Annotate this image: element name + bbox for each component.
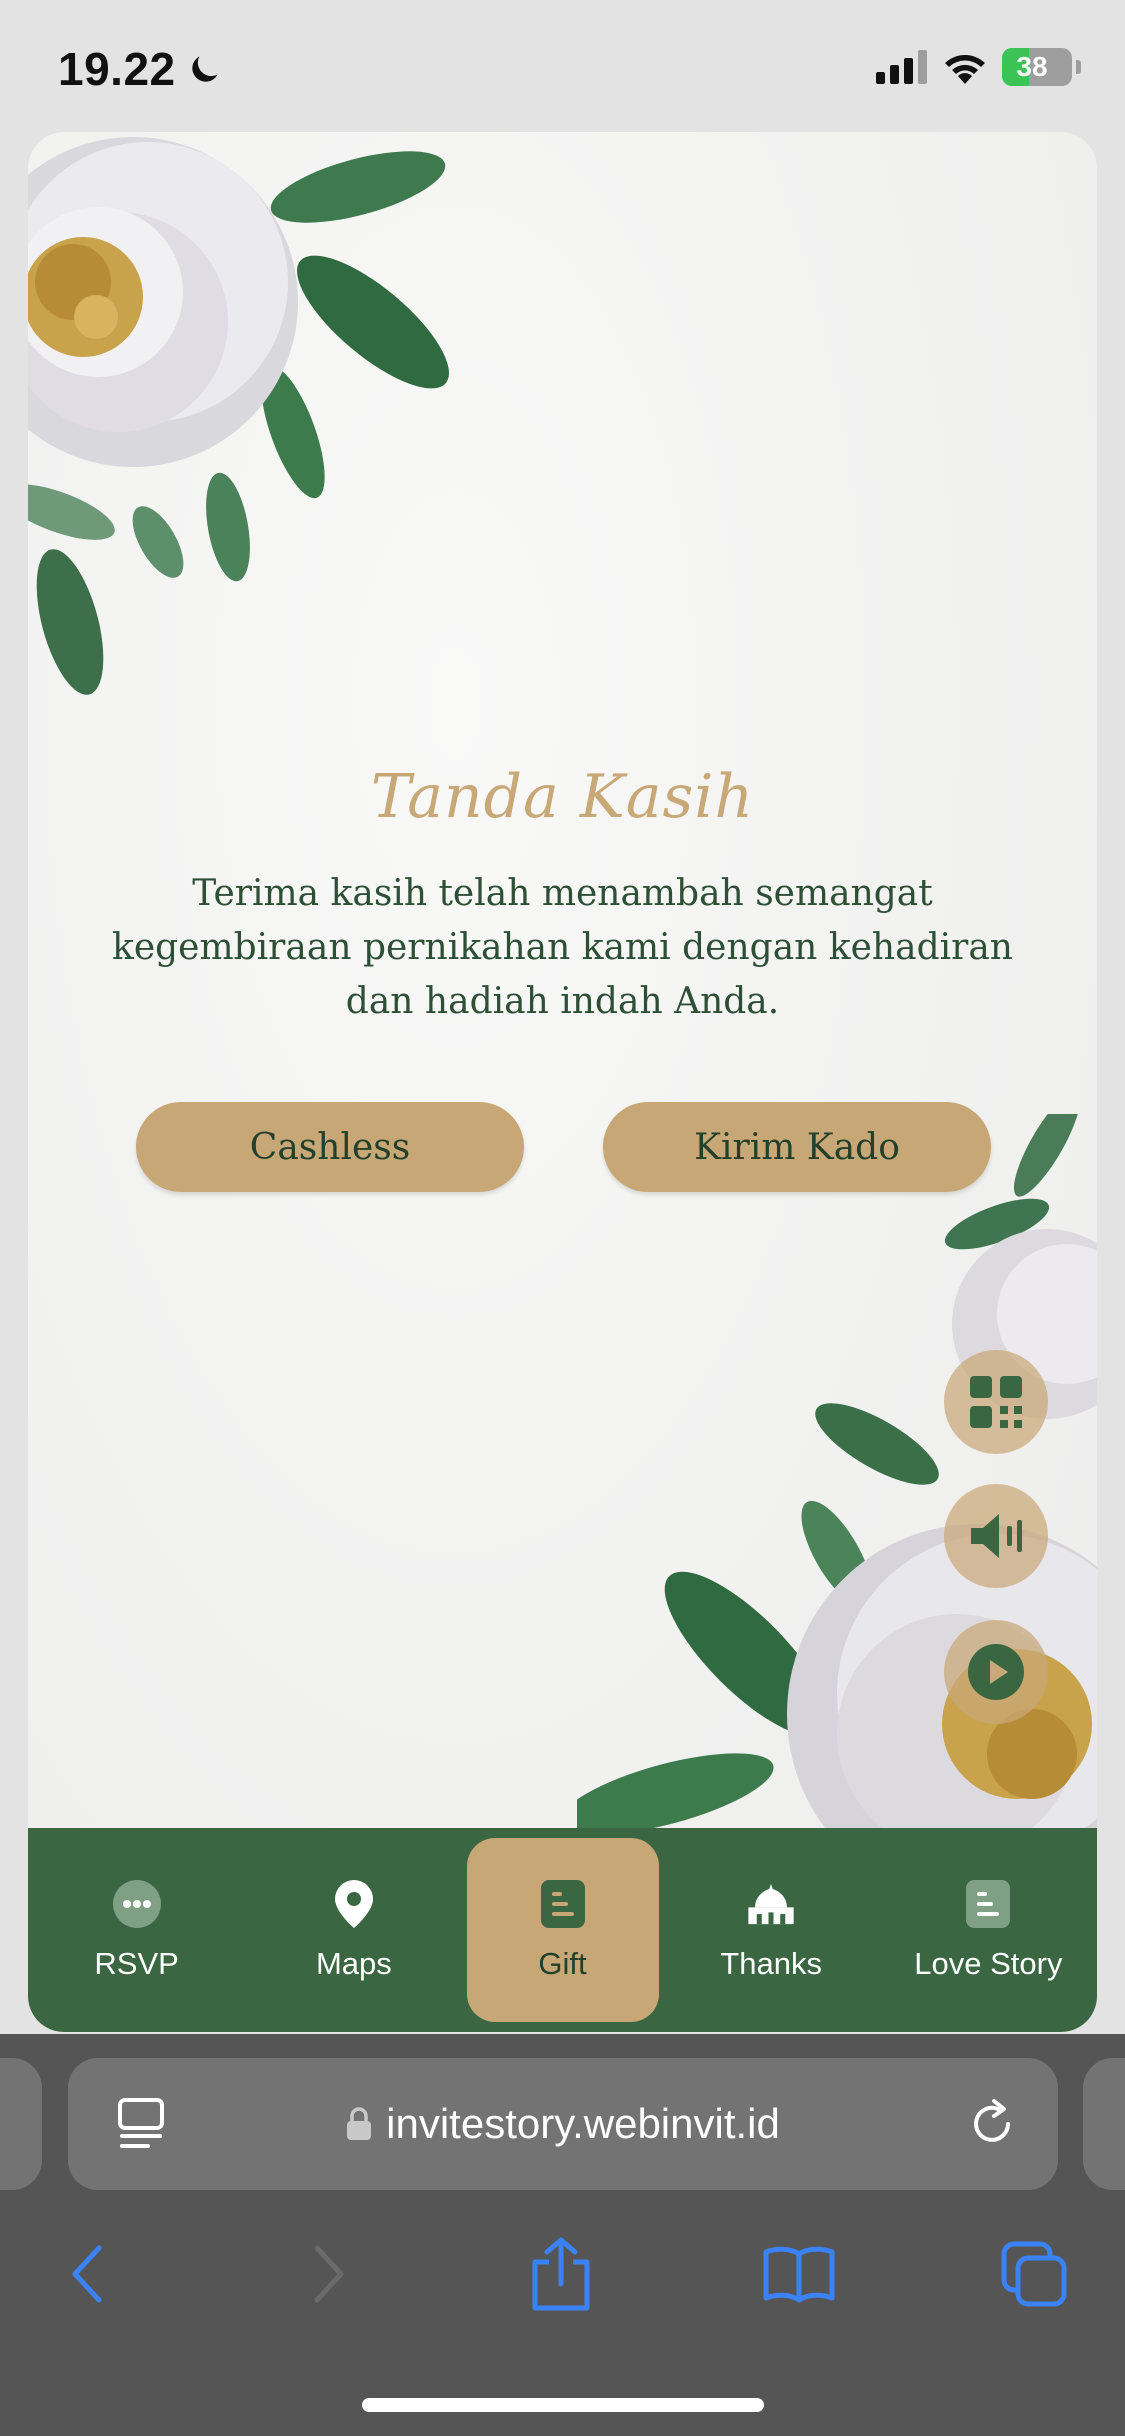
cashless-button[interactable]: Cashless xyxy=(136,1102,524,1192)
document-icon xyxy=(966,1880,1011,1928)
speaker-icon xyxy=(971,1514,1022,1558)
reload-icon[interactable] xyxy=(964,2096,1020,2152)
gift-document-icon xyxy=(540,1880,585,1928)
battery-icon: 38 xyxy=(1002,48,1072,86)
map-pin-icon xyxy=(334,1880,373,1928)
send-gift-button[interactable]: Kirim Kado xyxy=(603,1102,991,1192)
invitation-card: Tanda Kasih Terima kasih telah menambah … xyxy=(28,132,1097,2032)
nav-item-maps[interactable]: Maps xyxy=(245,1828,462,2032)
qr-code-button[interactable] xyxy=(944,1350,1048,1454)
home-indicator xyxy=(362,2398,764,2412)
forward-button[interactable] xyxy=(284,2229,374,2319)
browser-chrome: invitestory.webinvit.id xyxy=(0,2034,1125,2436)
chevron-right-icon xyxy=(314,2245,344,2303)
tabs-icon xyxy=(1001,2241,1067,2307)
tabs-button[interactable] xyxy=(990,2229,1080,2319)
play-icon xyxy=(968,1644,1024,1700)
url-text: invitestory.webinvit.id xyxy=(386,2100,780,2147)
floral-decoration-bottom-right xyxy=(577,1114,1097,1834)
battery-level: 38 xyxy=(1016,51,1048,82)
share-icon xyxy=(532,2237,590,2311)
section-title: Tanda Kasih xyxy=(370,762,755,832)
moon-icon xyxy=(191,56,218,82)
status-bar: 19.22 38 xyxy=(0,0,1125,135)
status-time: 19.22 xyxy=(58,42,224,96)
browser-toolbar xyxy=(0,2229,1125,2339)
floral-decoration-top-left xyxy=(28,137,449,695)
audio-toggle-button[interactable] xyxy=(944,1484,1048,1588)
nav-item-rsvp[interactable]: RSVP xyxy=(28,1828,245,2032)
wifi-icon xyxy=(945,55,985,84)
next-tab-preview[interactable] xyxy=(1083,2058,1125,2190)
nav-item-gift[interactable]: Gift xyxy=(466,1838,659,2022)
qr-code-icon xyxy=(970,1376,1022,1428)
mosque-icon xyxy=(748,1883,794,1925)
nav-label-rsvp: RSVP xyxy=(94,1946,179,1981)
nav-label-love-story: Love Story xyxy=(914,1946,1063,1981)
nav-label-maps: Maps xyxy=(315,1946,392,1981)
nav-item-love-story[interactable]: Love Story xyxy=(880,1828,1097,2032)
share-button[interactable] xyxy=(516,2229,606,2319)
lock-icon xyxy=(347,2107,372,2140)
url-display: invitestory.webinvit.id xyxy=(68,2100,1058,2148)
chat-bubble-icon xyxy=(112,1880,161,1928)
back-button[interactable] xyxy=(42,2229,132,2319)
previous-tab-preview[interactable] xyxy=(0,2058,42,2190)
address-bar[interactable]: invitestory.webinvit.id xyxy=(68,2058,1058,2190)
nav-label-gift: Gift xyxy=(538,1946,587,1981)
thanks-message: Terima kasih telah menambah semangat keg… xyxy=(112,873,1013,1022)
cellular-signal-icon xyxy=(876,50,927,84)
chevron-left-icon xyxy=(72,2245,102,2303)
play-button[interactable] xyxy=(944,1620,1048,1724)
book-icon xyxy=(763,2246,835,2303)
nav-item-thanks[interactable]: Thanks xyxy=(663,1828,880,2032)
bookmarks-button[interactable] xyxy=(754,2229,844,2319)
bottom-navigation: RSVP Maps Gift Thanks Love Story xyxy=(28,1828,1097,2032)
nav-label-thanks: Thanks xyxy=(720,1946,822,1981)
